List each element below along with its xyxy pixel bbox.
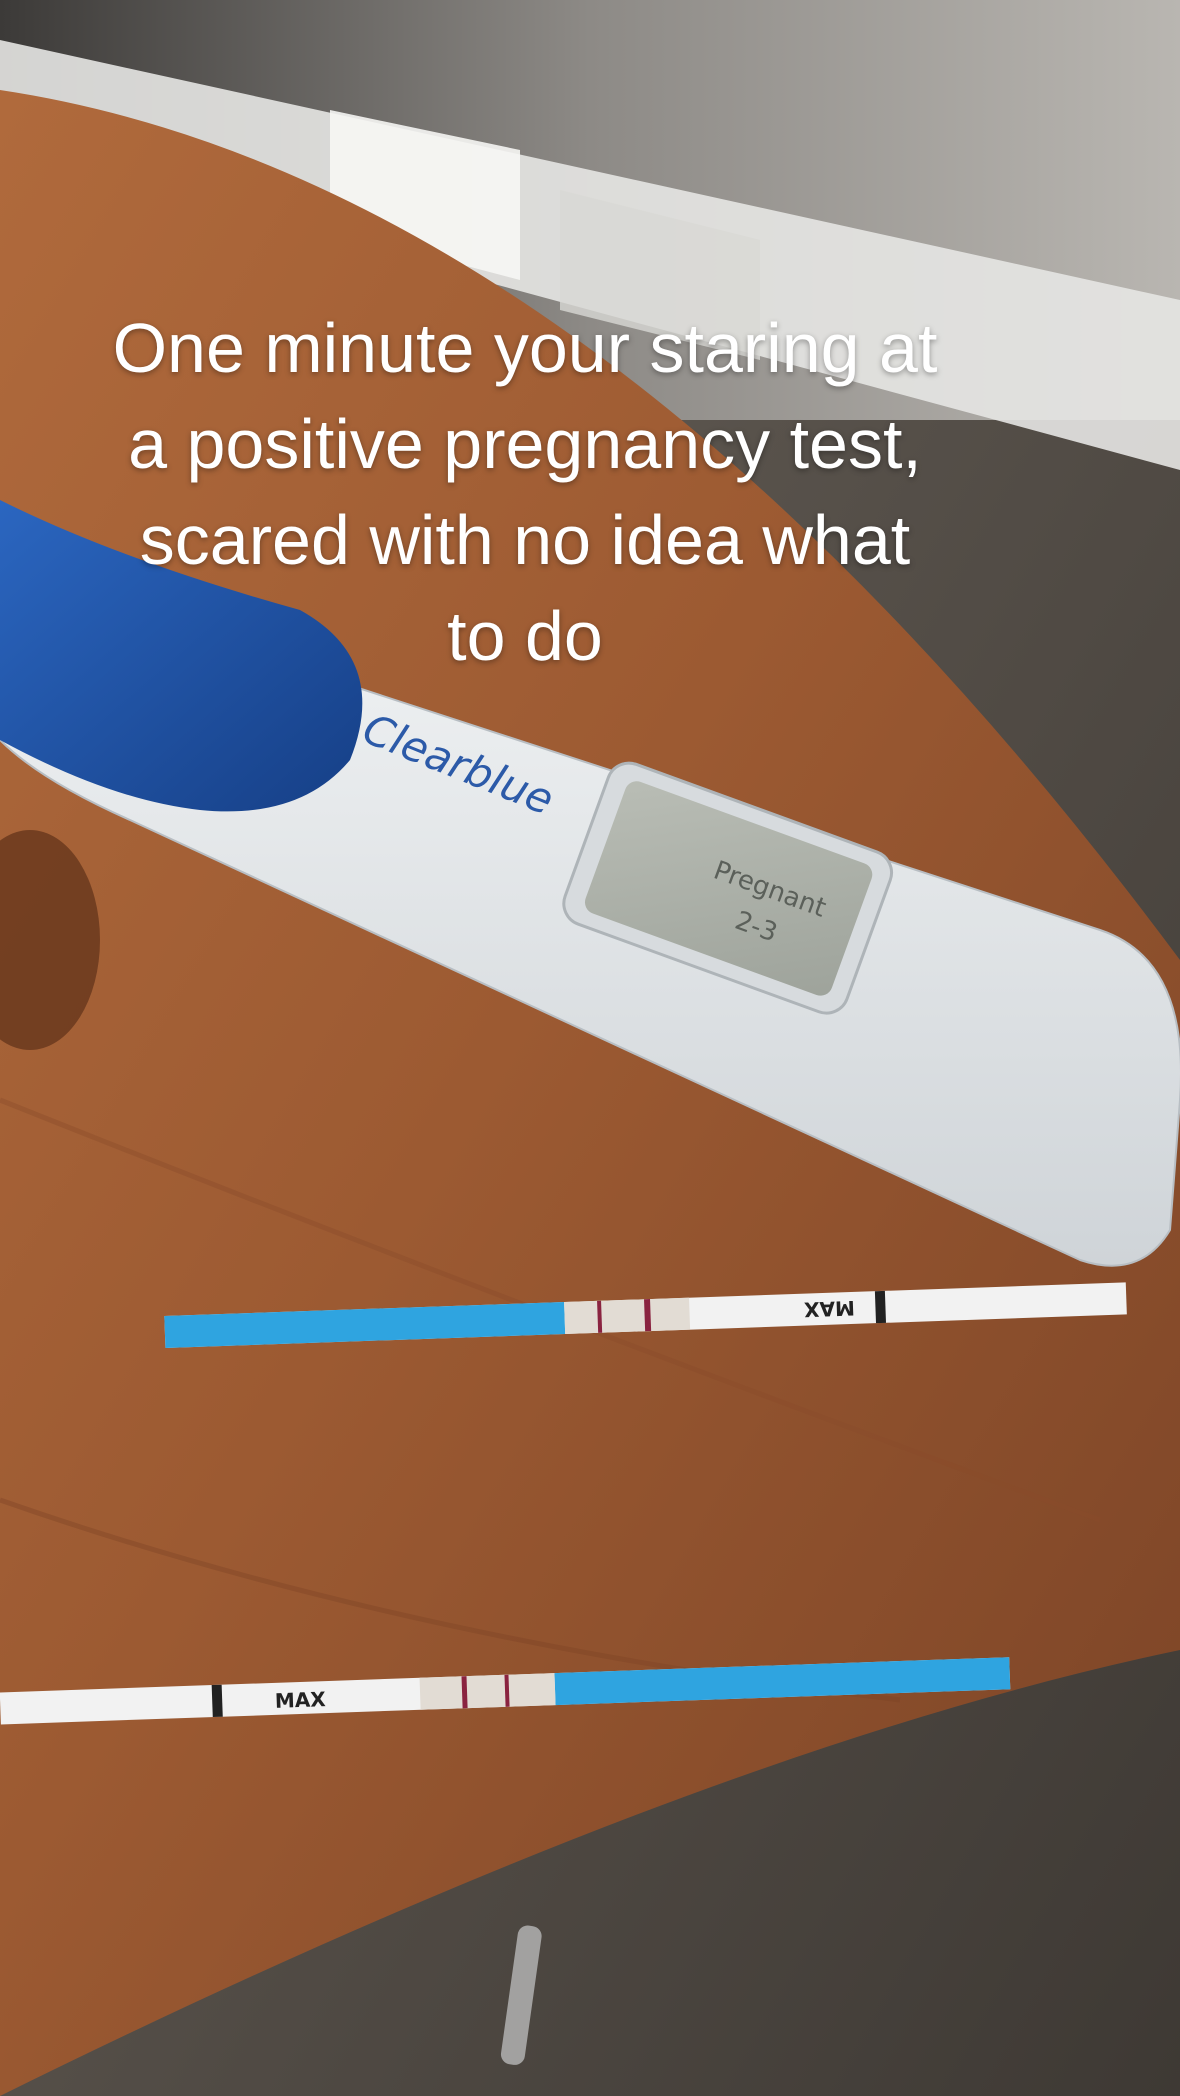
caption-line-1: One minute your staring at [112,309,938,387]
overlay-caption: One minute your staring at a positive pr… [0,300,1050,684]
photo-scene: Pregnant 2-3 Clearblue MAX MAX One minut… [0,0,1180,2096]
caption-line-4: to do [447,597,603,675]
strip-result-window [564,1297,691,1335]
max-label: MAX [274,1687,326,1713]
max-label: MAX [803,1296,855,1322]
caption-line-3: scared with no idea what [139,501,911,579]
strip-result-window [419,1673,556,1710]
caption-line-2: a positive pregnancy test, [128,405,922,483]
max-marker [874,1290,886,1324]
max-marker [211,1684,223,1718]
test-line [644,1299,652,1332]
